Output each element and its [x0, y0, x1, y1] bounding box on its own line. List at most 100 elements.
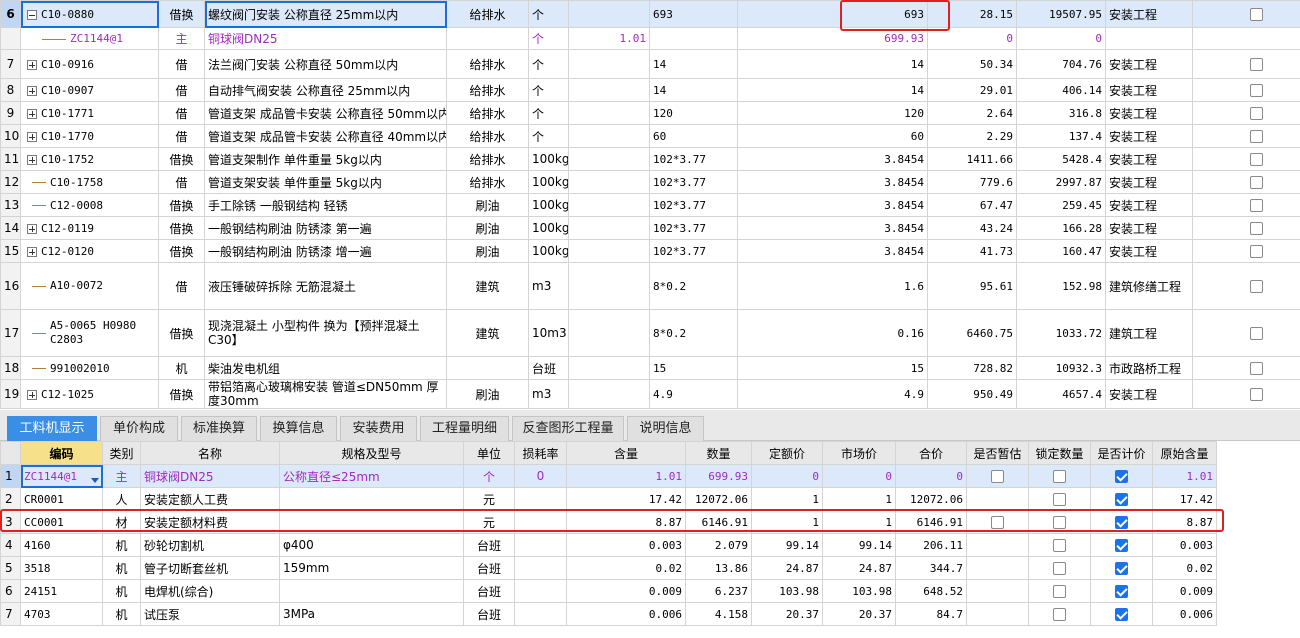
loss-rate[interactable]: [514, 556, 567, 580]
quantity-expression[interactable]: 102*3.77: [649, 147, 738, 171]
column-header[interactable]: 类别: [102, 441, 141, 465]
is-estimate-cell[interactable]: [966, 602, 1029, 626]
loss-rate[interactable]: 0: [514, 464, 567, 488]
quota-coefficient[interactable]: [568, 193, 650, 217]
quota-row[interactable]: 16 A10-0072 借液压锤破碎拆除 无筋混凝土 建筑 m3 8*0.2 1.6 95.6…: [0, 262, 1300, 310]
quota-coefficient[interactable]: [568, 124, 650, 148]
loss-rate[interactable]: [514, 602, 567, 626]
expand-icon[interactable]: [27, 131, 37, 142]
quota-name[interactable]: 法兰阀门安装 公称直径 50mm以内: [204, 49, 447, 79]
column-header[interactable]: 名称: [140, 441, 280, 465]
is-estimate-cell[interactable]: [966, 533, 1029, 557]
quota-coefficient[interactable]: [568, 101, 650, 125]
quantity-expression[interactable]: 102*3.77: [649, 239, 738, 263]
row-checkbox[interactable]: [1250, 153, 1263, 166]
is-estimate-cell[interactable]: [966, 487, 1029, 511]
column-header[interactable]: 原始含量: [1152, 441, 1217, 465]
quantity-expression[interactable]: 8*0.2: [649, 309, 738, 357]
content-amount[interactable]: 0.02: [566, 556, 686, 580]
quota-row[interactable]: 19 C12-1025 借换 带铝箔离心玻璃棉安装 管道≤DN50mm 厚度30mm 刷…: [0, 379, 1300, 409]
lock-quantity-checkbox[interactable]: [1053, 562, 1066, 575]
quota-row[interactable]: 11 C10-1752 借换 管道支架制作 单件重量 5kg以内 给排水 100kg 102…: [0, 147, 1300, 171]
resource-name[interactable]: 安装定额人工费: [140, 487, 280, 511]
lock-quantity-cell[interactable]: [1028, 464, 1091, 488]
resource-spec[interactable]: 公称直径≤25mm: [279, 464, 464, 488]
is-priced-checkbox[interactable]: [1115, 516, 1128, 529]
quota-coefficient[interactable]: [568, 239, 650, 263]
row-checkbox-cell[interactable]: [1192, 239, 1300, 263]
quota-row[interactable]: 18 991002010 机柴油发电机组 台班 15 15 728.82 10932.3 市政路…: [0, 356, 1300, 380]
expand-icon[interactable]: [27, 389, 37, 400]
quota-row[interactable]: 10 C10-1770 借管道支架 成品管卡安装 公称直径 40mm以内 给排水个 60…: [0, 124, 1300, 148]
quota-coefficient[interactable]: [568, 78, 650, 102]
resource-row[interactable]: 2 CR0001 人安装定额人工费元 17.42 12072.06 1 1 12072.06 1…: [0, 487, 1217, 511]
row-checkbox-cell[interactable]: [1192, 101, 1300, 125]
is-estimate-cell[interactable]: [966, 556, 1029, 580]
quota-coefficient[interactable]: [568, 0, 650, 28]
is-priced-checkbox[interactable]: [1115, 562, 1128, 575]
market-price[interactable]: 1: [822, 510, 896, 534]
row-code-cell[interactable]: A10-0072: [20, 262, 159, 310]
tab-7[interactable]: 反查图形工程量: [512, 416, 624, 441]
market-price[interactable]: 103.98: [822, 579, 896, 603]
expand-icon[interactable]: [27, 59, 37, 70]
quantity-expression[interactable]: 693: [649, 0, 738, 28]
market-price[interactable]: 99.14: [822, 533, 896, 557]
quota-name[interactable]: 管道支架 成品管卡安装 公称直径 50mm以内: [204, 101, 447, 125]
expand-icon[interactable]: [27, 223, 37, 234]
row-code-cell[interactable]: C10-1758: [20, 170, 159, 194]
column-header[interactable]: 规格及型号: [279, 441, 464, 465]
quota-coefficient[interactable]: [568, 262, 650, 310]
row-code-cell[interactable]: C12-0120: [20, 239, 159, 263]
quota-coefficient[interactable]: [568, 356, 650, 380]
quota-name[interactable]: 手工除锈 一般钢结构 轻锈: [204, 193, 447, 217]
row-checkbox[interactable]: [1250, 362, 1263, 375]
resource-row[interactable]: 1 ZC1144@1 主铜球阀DN25 公称直径≤25mm 个 0 1.01 699.93 0 0…: [0, 464, 1217, 488]
quantity-expression[interactable]: 102*3.77: [649, 170, 738, 194]
row-checkbox-cell[interactable]: [1192, 356, 1300, 380]
resource-name[interactable]: 砂轮切割机: [140, 533, 280, 557]
quota-name[interactable]: 液压锤破碎拆除 无筋混凝土: [204, 262, 447, 310]
quota-row[interactable]: 15 C12-0120 借换 一般钢结构刷油 防锈漆 增一遍 刷油 100kg 102*3.…: [0, 239, 1300, 263]
row-checkbox[interactable]: [1250, 280, 1263, 293]
quantity-expression[interactable]: 14: [649, 49, 738, 79]
quota-name[interactable]: 管道支架安装 单件重量 5kg以内: [204, 170, 447, 194]
row-checkbox-cell[interactable]: [1192, 379, 1300, 409]
content-amount[interactable]: 1.01: [566, 464, 686, 488]
tab-1[interactable]: 工料机显示: [7, 416, 97, 441]
quota-row[interactable]: 9 C10-1771 借管道支架 成品管卡安装 公称直径 50mm以内 给排水个 120…: [0, 101, 1300, 125]
quota-row[interactable]: 14 C12-0119 借换 一般钢结构刷油 防锈漆 第一遍 刷油 100kg 102*3.…: [0, 216, 1300, 240]
resource-spec[interactable]: [279, 487, 464, 511]
resource-row[interactable]: 5 3518 机管子切断套丝机 159mm 台班 0.02 13.86 24.87 24.87 3…: [0, 556, 1217, 580]
row-code-cell[interactable]: 991002010: [20, 356, 159, 380]
dropdown-arrow-icon[interactable]: [91, 477, 99, 483]
resource-code-cell[interactable]: 4160: [20, 533, 103, 557]
quota-name[interactable]: 管道支架 成品管卡安装 公称直径 40mm以内: [204, 124, 447, 148]
tab-2[interactable]: 单价构成: [100, 416, 178, 441]
content-amount[interactable]: 17.42: [566, 487, 686, 511]
row-checkbox[interactable]: [1250, 8, 1263, 21]
quota-coefficient[interactable]: [568, 49, 650, 79]
lock-quantity-cell[interactable]: [1028, 533, 1091, 557]
quota-coefficient[interactable]: [568, 170, 650, 194]
resource-code-cell[interactable]: CR0001: [20, 487, 103, 511]
quota-row[interactable]: 12 C10-1758 借管道支架安装 单件重量 5kg以内 给排水 100kg 102*…: [0, 170, 1300, 194]
lock-quantity-checkbox[interactable]: [1053, 516, 1066, 529]
quota-name[interactable]: 自动排气阀安装 公称直径 25mm以内: [204, 78, 447, 102]
resource-row[interactable]: 7 4703 机试压泵 3MPa 台班 0.006 4.158 20.37 20.37 84.7 0…: [0, 602, 1217, 626]
is-priced-cell[interactable]: [1090, 487, 1153, 511]
is-priced-cell[interactable]: [1090, 602, 1153, 626]
resource-spec[interactable]: φ400: [279, 533, 464, 557]
quota-row[interactable]: 7 C10-0916 借法兰阀门安装 公称直径 50mm以内 给排水个 14 14 50.3…: [0, 49, 1300, 79]
row-checkbox[interactable]: [1250, 327, 1263, 340]
row-code-cell[interactable]: C12-0008: [20, 193, 159, 217]
row-checkbox-cell[interactable]: [1192, 262, 1300, 310]
row-checkbox-cell[interactable]: [1192, 147, 1300, 171]
loss-rate[interactable]: [514, 510, 567, 534]
row-checkbox[interactable]: [1250, 388, 1263, 401]
quota-name[interactable]: 螺纹阀门安装 公称直径 25mm以内: [204, 0, 447, 28]
row-checkbox[interactable]: [1250, 176, 1263, 189]
quota-row[interactable]: 17 A5-0065 H0980 C2803 借换 现浇混凝土 小型构件 换为【预拌混…: [0, 309, 1300, 357]
is-priced-checkbox[interactable]: [1115, 585, 1128, 598]
quantity-expression[interactable]: 60: [649, 124, 738, 148]
